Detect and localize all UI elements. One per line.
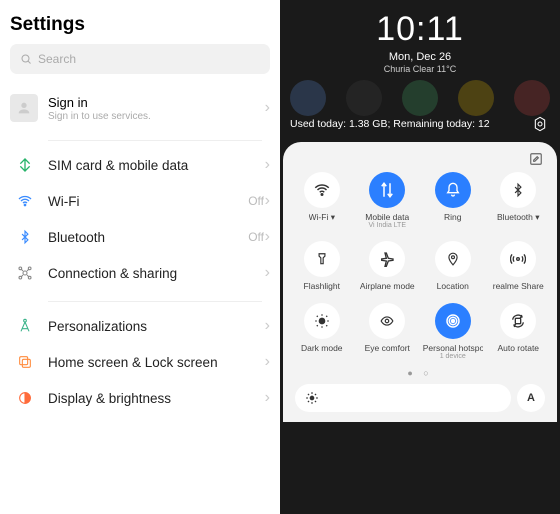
dark-icon (304, 303, 340, 339)
tile-label: Wi-Fi ▾ (309, 212, 335, 223)
tile-wifi[interactable]: Wi-Fi ▾ (289, 168, 355, 235)
tile-hotspot[interactable]: Personal hotspot 1 device (420, 299, 486, 366)
chevron-right-icon: › (265, 353, 270, 371)
qs-panel: Wi-Fi ▾ Mobile data Vi India LTE Ring Bl… (283, 142, 557, 422)
chevron-right-icon: › (265, 228, 270, 246)
row-status: Off (248, 194, 264, 208)
row-label: Personalizations (48, 319, 270, 334)
avatar-icon (10, 94, 38, 122)
edit-icon[interactable] (529, 152, 543, 171)
chevron-right-icon: › (265, 389, 270, 407)
tile-realme-share[interactable]: realme Share (486, 237, 552, 297)
bluetooth-icon (500, 172, 536, 208)
chevron-right-icon: › (265, 192, 270, 210)
hotspot-icon (435, 303, 471, 339)
tile-label: Mobile data (365, 212, 409, 222)
broadcast-icon (500, 241, 536, 277)
brightness-slider[interactable] (295, 384, 511, 412)
tile-location[interactable]: Location (420, 237, 486, 297)
flashlight-icon (304, 241, 340, 277)
chevron-right-icon: › (265, 99, 270, 117)
row-label: Display & brightness (48, 391, 270, 406)
row-label: Wi-Fi (48, 194, 248, 209)
search-placeholder: Search (38, 52, 76, 66)
tile-auto-rotate[interactable]: Auto rotate (486, 299, 552, 366)
contrast-icon (14, 390, 36, 406)
tile-airplane[interactable]: Airplane mode (355, 237, 421, 297)
location-icon (435, 241, 471, 277)
tile-sublabel: 1 device (440, 353, 466, 360)
tile-label: Flashlight (304, 281, 340, 291)
tile-label: Eye comfort (365, 343, 410, 353)
search-input[interactable]: Search (10, 44, 270, 74)
row-label: SIM card & mobile data (48, 158, 270, 173)
tile-label: Dark mode (301, 343, 343, 353)
date: Mon, Dec 26 (280, 51, 560, 63)
divider (48, 301, 262, 302)
data-icon (369, 172, 405, 208)
brightness-icon (305, 391, 319, 405)
search-icon (20, 53, 32, 65)
wifi-icon (304, 172, 340, 208)
tile-label: realme Share (493, 281, 544, 291)
row-display[interactable]: Display & brightness › (0, 380, 280, 416)
row-sim[interactable]: SIM card & mobile data › (0, 147, 280, 183)
row-label: Connection & sharing (48, 266, 270, 281)
tile-flashlight[interactable]: Flashlight (289, 237, 355, 297)
signin-row[interactable]: Sign in Sign in to use services. › (0, 84, 280, 130)
clock: 10:11 (280, 10, 560, 49)
auto-brightness-button[interactable]: A (517, 384, 545, 412)
settings-gear-icon[interactable] (530, 114, 550, 134)
tile-label: Ring (444, 212, 461, 222)
tile-sublabel: Vi India LTE (369, 222, 407, 229)
share-icon (14, 265, 36, 281)
airplane-icon (369, 241, 405, 277)
sim-icon (14, 157, 36, 173)
tile-ring[interactable]: Ring (420, 168, 486, 235)
chevron-right-icon: › (265, 317, 270, 335)
row-home-lock[interactable]: Home screen & Lock screen › (0, 344, 280, 380)
row-connection[interactable]: Connection & sharing › (0, 255, 280, 291)
bell-icon (435, 172, 471, 208)
bluetooth-icon (14, 229, 36, 245)
layers-icon (14, 354, 36, 370)
wifi-icon (14, 193, 36, 209)
tile-mobile-data[interactable]: Mobile data Vi India LTE (355, 168, 421, 235)
row-status: Off (248, 230, 264, 244)
divider (48, 140, 262, 141)
row-wifi[interactable]: Wi-Fi Off › (0, 183, 280, 219)
compass-icon (14, 318, 36, 334)
page-title: Settings (0, 0, 280, 44)
data-usage: Used today: 1.38 GB; Remaining today: 12 (290, 118, 490, 130)
tile-eye-comfort[interactable]: Eye comfort (355, 299, 421, 366)
tile-bluetooth[interactable]: Bluetooth ▾ (486, 168, 552, 235)
page-dots: ● ○ (289, 368, 551, 378)
tile-dark-mode[interactable]: Dark mode (289, 299, 355, 366)
tile-label: Personal hotspot (423, 343, 483, 353)
row-label: Bluetooth (48, 230, 248, 245)
row-label: Home screen & Lock screen (48, 355, 270, 370)
chevron-right-icon: › (265, 156, 270, 174)
row-bluetooth[interactable]: Bluetooth Off › (0, 219, 280, 255)
tile-label: Bluetooth ▾ (497, 212, 540, 223)
settings-pane: Settings Search Sign in Sign in to use s… (0, 0, 280, 514)
eye-icon (369, 303, 405, 339)
tile-label: Auto rotate (497, 343, 539, 353)
chevron-right-icon: › (265, 264, 270, 282)
tile-label: Airplane mode (360, 281, 415, 291)
row-personalizations[interactable]: Personalizations › (0, 308, 280, 344)
tile-label: Location (437, 281, 469, 291)
weather: Churia Clear 11°C (280, 64, 560, 74)
signin-title: Sign in (48, 95, 151, 110)
quick-settings-pane: 10:11 Mon, Dec 26 Churia Clear 11°C Used… (280, 0, 560, 514)
rotate-icon (500, 303, 536, 339)
signin-subtitle: Sign in to use services. (48, 111, 151, 122)
